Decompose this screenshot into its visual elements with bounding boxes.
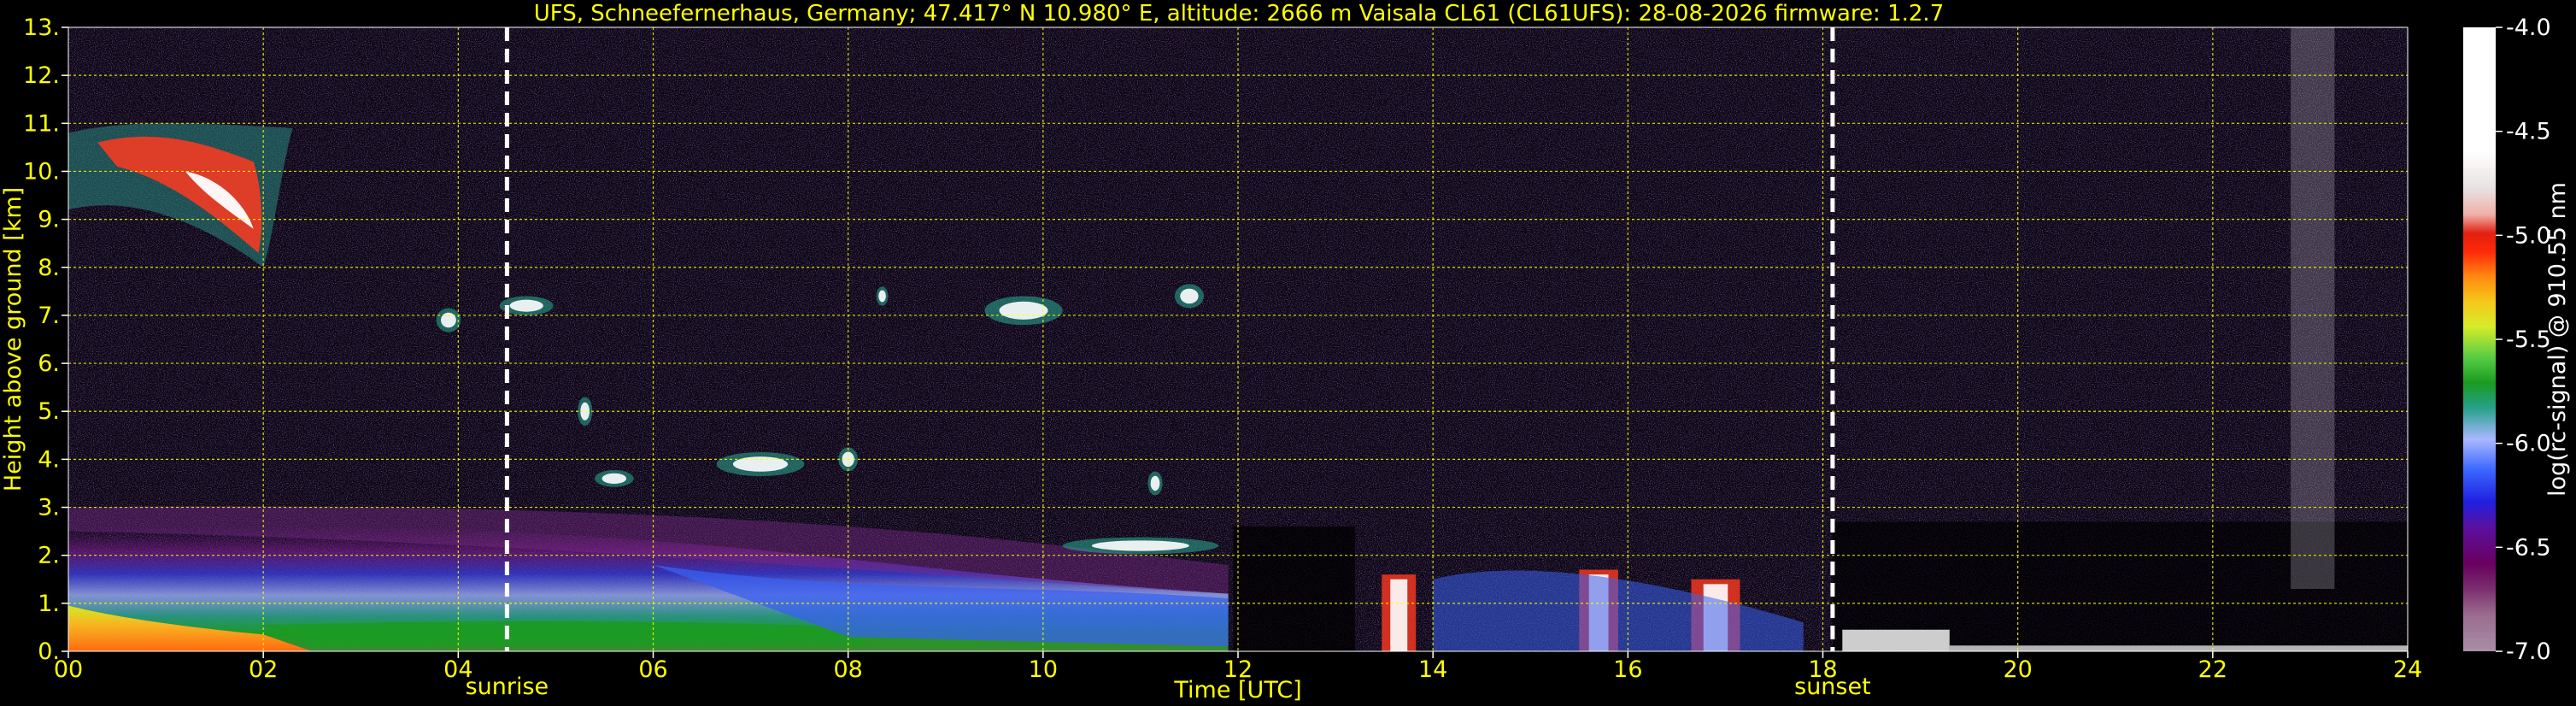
chart-title: UFS, Schneefernerhaus, Germany; 47.417° … bbox=[534, 1, 1945, 26]
cloud-fragment-core bbox=[509, 299, 543, 312]
x-tick-label: 06 bbox=[638, 656, 667, 683]
x-tick-label: 16 bbox=[1613, 656, 1642, 683]
cloud-fragment-core bbox=[1091, 540, 1189, 551]
x-tick-label: 20 bbox=[2003, 656, 2032, 683]
y-tick-label: 4. bbox=[38, 446, 60, 473]
x-tick-label: 02 bbox=[249, 656, 278, 683]
x-tick-label: 14 bbox=[1418, 656, 1447, 683]
colorbar: -4.0-4.5-5.0-5.5-6.0-6.5-7.0 log(rc-sign… bbox=[2463, 15, 2571, 665]
y-axis-label: Height above ground [km] bbox=[0, 187, 26, 491]
y-tick-label: 8. bbox=[38, 255, 60, 281]
y-tick-label: 11. bbox=[23, 110, 60, 137]
colorbar-tick-label: -4.5 bbox=[2506, 119, 2551, 145]
cloud-fragment-core bbox=[999, 301, 1048, 320]
x-tick-label: 22 bbox=[2198, 656, 2227, 683]
y-tick-label: 5. bbox=[38, 398, 60, 425]
y-tick-label: 2. bbox=[38, 543, 60, 569]
low-signal-region bbox=[1233, 527, 1355, 651]
surface-return bbox=[1842, 629, 1950, 651]
y-tick-label: 9. bbox=[38, 207, 60, 233]
lidar-backscatter-figure: 00 02 04 06 08 10 12 14 16 18 20 22 24 0.1.2.3.4.5.6… bbox=[0, 1, 2571, 703]
convective-cloud-core bbox=[1390, 579, 1408, 651]
y-axis-ticks: 0. 1. 2. 3. 4. 5. 6. 7. 8. 9. 10. 11. 12. 13. bbox=[23, 15, 68, 665]
colorbar-tick-label: -6.5 bbox=[2506, 534, 2551, 561]
y-tick-label: 12. bbox=[23, 62, 60, 89]
x-tick-label: 24 bbox=[2393, 656, 2422, 683]
precipitation-column bbox=[2291, 27, 2335, 589]
y-tick-label: 3. bbox=[38, 495, 60, 521]
event-label-sunset: sunset bbox=[1794, 674, 1871, 700]
x-axis-label: Time [UTC] bbox=[1173, 677, 1301, 703]
colorbar-tick-label: -4.0 bbox=[2506, 15, 2551, 41]
y-tick-label: 0. bbox=[38, 638, 60, 665]
plot-area bbox=[67, 26, 2409, 652]
cloud-fragment-core bbox=[878, 290, 886, 303]
cloud-fragment-core bbox=[1180, 288, 1199, 304]
x-tick-label: 10 bbox=[1029, 656, 1058, 683]
colorbar-gradient bbox=[2463, 27, 2496, 651]
y-tick-label: 1. bbox=[38, 591, 60, 617]
x-tick-label: 08 bbox=[833, 656, 862, 683]
y-tick-label: 7. bbox=[38, 303, 60, 329]
y-tick-label: 10. bbox=[23, 158, 60, 185]
event-label-sunrise: sunrise bbox=[466, 674, 549, 700]
colorbar-ticks: -4.0-4.5-5.0-5.5-6.0-6.5-7.0 bbox=[2496, 15, 2551, 665]
y-tick-label: 13. bbox=[23, 15, 60, 41]
colorbar-label: log(rc-signal) @ 910.55 nm bbox=[2544, 182, 2571, 497]
cloud-fragment-core bbox=[1150, 475, 1160, 491]
y-tick-label: 6. bbox=[38, 350, 60, 377]
cloud-fragment-core bbox=[601, 473, 627, 484]
colorbar-tick-label: -7.0 bbox=[2506, 638, 2551, 665]
green-surface-band bbox=[263, 621, 868, 647]
